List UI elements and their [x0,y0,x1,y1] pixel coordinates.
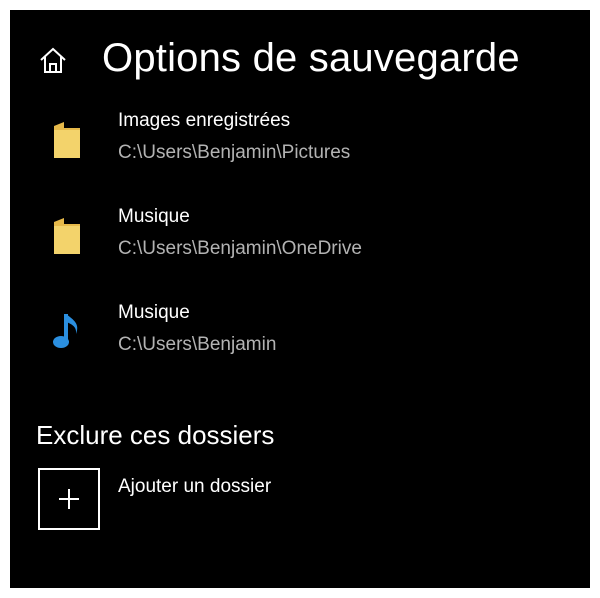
folder-name: Musique [118,302,190,323]
music-note-icon [50,310,86,354]
add-folder-label[interactable]: Ajouter un dossier [118,476,271,498]
folder-path: C:\Users\Benjamin [118,334,277,355]
folder-name: Musique [118,206,190,227]
home-icon[interactable] [38,46,68,76]
plus-icon [57,487,81,511]
folder-item-pictures[interactable]: Images enregistrées C:\Users\Benjamin\Pi… [10,108,590,184]
folder-icon [50,118,86,162]
page-title: Options de sauvegarde [102,36,520,80]
exclude-section-title: Exclure ces dossiers [36,420,275,450]
backup-options-window: Options de sauvegarde Images enregistrée… [10,10,590,588]
folder-path: C:\Users\Benjamin\OneDrive [118,238,362,259]
folder-item-music-library[interactable]: Musique C:\Users\Benjamin [10,300,590,376]
folder-name: Images enregistrées [118,110,291,131]
folder-icon [50,214,86,258]
add-folder-row[interactable]: Ajouter un dossier [10,466,590,536]
folder-item-onedrive[interactable]: Musique C:\Users\Benjamin\OneDrive [10,204,590,280]
add-folder-button[interactable] [38,468,100,530]
folder-path: C:\Users\Benjamin\Pictures [118,142,351,163]
header: Options de sauvegarde [10,28,590,88]
